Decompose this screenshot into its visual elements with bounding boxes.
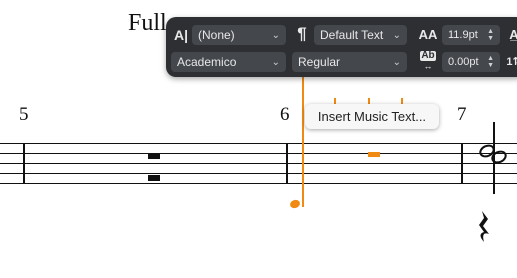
font-family-dropdown[interactable]: Academico ⌄ [171, 52, 286, 72]
staff-line-3 [0, 163, 517, 164]
tracking-value: 0.00pt [448, 56, 479, 68]
paragraph-style-icon: A| [173, 27, 189, 43]
barline[interactable] [23, 143, 25, 184]
paragraph-mark-icon: ¶ [297, 24, 307, 43]
stepper-icon[interactable]: ▲ ▼ [487, 55, 494, 69]
bar-number-5: 5 [19, 104, 29, 125]
score-title: Full [128, 10, 167, 36]
paragraph-style-dropdown[interactable]: (None) ⌄ [192, 25, 286, 45]
staff-line-2 [0, 153, 517, 154]
staff-line-4 [0, 173, 517, 174]
tracking-icon: Ab ↔ [420, 50, 436, 71]
baseline-shift-icon[interactable]: A̲ [506, 25, 517, 43]
font-family-value: Academico [177, 55, 237, 69]
text-properties-panel: A| (None) ⌄ ¶ Default Text ⌄ AA 11.9pt ▲… [166, 17, 517, 77]
context-menu: Insert Music Text... [305, 104, 439, 129]
font-style-dropdown[interactable]: Regular ⌄ [292, 52, 407, 72]
barline[interactable] [286, 143, 288, 184]
chevron-down-icon: ⌄ [271, 29, 280, 41]
quarter-rest[interactable] [477, 210, 493, 246]
font-size-value: 11.9pt [448, 29, 478, 41]
chevron-down-icon: ⌄ [271, 56, 280, 68]
barline[interactable] [461, 143, 463, 184]
half-rest[interactable] [148, 175, 160, 181]
input-caret [302, 77, 304, 207]
insert-music-text-menu-item[interactable]: Insert Music Text... [318, 109, 426, 124]
tracking-icon-label: Ab [420, 50, 436, 61]
font-size-field[interactable]: 11.9pt ▲ ▼ [442, 25, 500, 45]
character-style-value: Default Text [320, 28, 384, 42]
bar-number-6: 6 [280, 104, 290, 125]
half-note-chord[interactable] [474, 118, 517, 198]
stepper-icon[interactable]: ▲ ▼ [487, 28, 494, 42]
whole-rest[interactable] [148, 153, 160, 159]
chevron-down-icon: ⌄ [392, 56, 401, 68]
character-style-dropdown[interactable]: Default Text ⌄ [314, 25, 407, 45]
paragraph-style-value: (None) [198, 28, 235, 42]
tracking-field[interactable]: 0.00pt ▲ ▼ [442, 52, 500, 72]
font-style-value: Regular [298, 55, 341, 69]
input-note-icon [290, 199, 300, 209]
line-spacing-icon[interactable]: 1⇅ [506, 52, 517, 70]
bar-number-7: 7 [457, 104, 467, 125]
chevron-down-icon: ⌄ [392, 29, 401, 41]
staff-line-5 [0, 183, 517, 184]
font-size-icon: AA [418, 26, 438, 42]
staff-line-1 [0, 143, 517, 144]
selected-rest[interactable] [368, 152, 380, 157]
